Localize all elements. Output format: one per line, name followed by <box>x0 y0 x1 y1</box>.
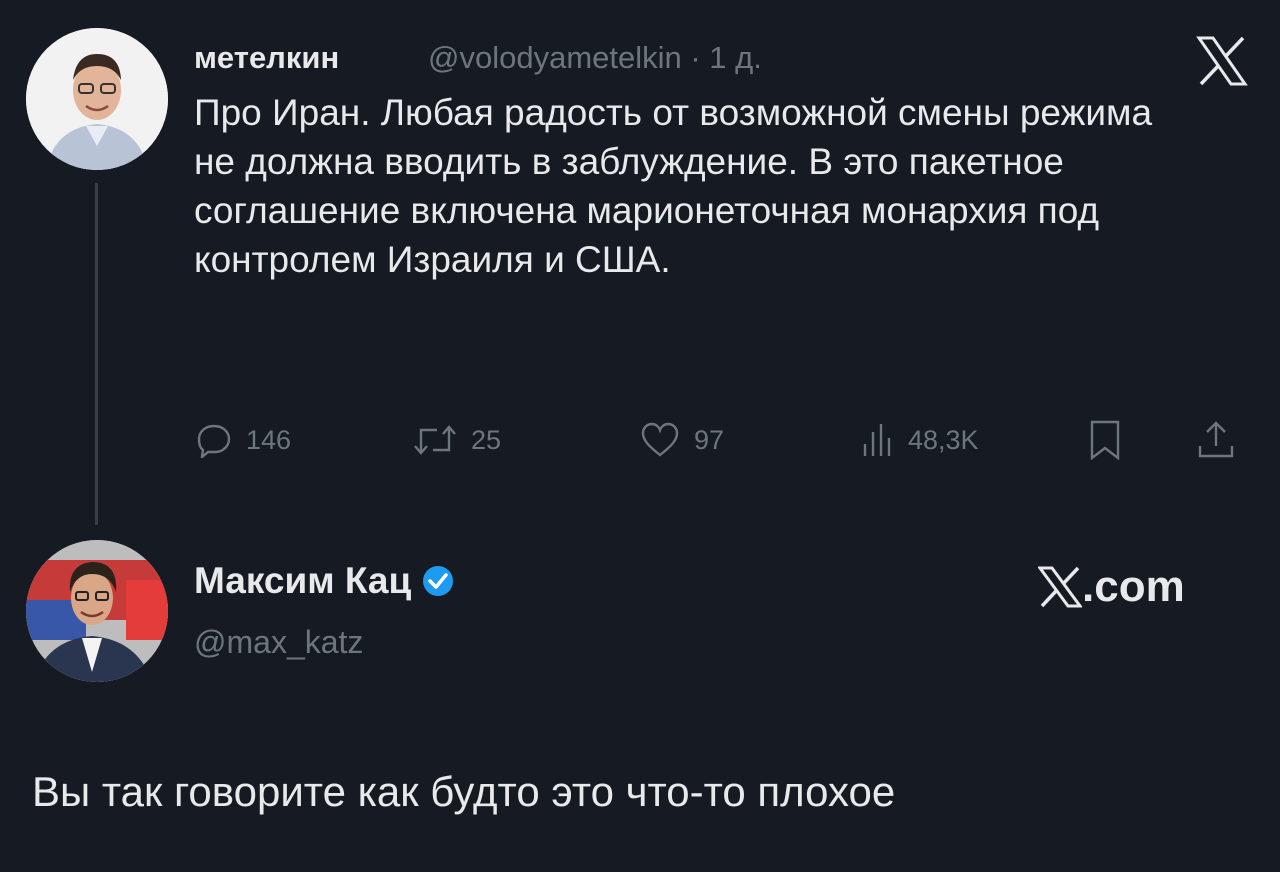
bookmark-icon <box>1090 420 1120 460</box>
heart-icon <box>641 422 679 457</box>
like-count: 97 <box>694 424 725 455</box>
reply-author-name[interactable]: Максим Кац <box>194 560 411 602</box>
views-chart-icon <box>863 424 891 456</box>
avatar-metelkin[interactable] <box>26 28 168 170</box>
reply-button[interactable]: 146 <box>196 418 291 462</box>
views-button[interactable]: 48,3K <box>860 418 979 462</box>
reply-author-handle[interactable]: @max_katz <box>194 624 363 661</box>
avatar-max-katz[interactable] <box>26 540 168 682</box>
like-button[interactable]: 97 <box>640 418 724 462</box>
author-handle-time[interactable]: @volodyametelkin · 1 д. <box>428 40 762 76</box>
x-logo-icon <box>1038 566 1082 608</box>
reply-text: Вы так говорите как будто это что-то пло… <box>32 768 896 815</box>
verified-badge-icon <box>423 566 454 596</box>
share-icon <box>1198 421 1234 458</box>
retweet-icon <box>414 425 456 455</box>
x-logo-icon <box>1196 36 1248 86</box>
xcom-branding: .com <box>1038 562 1185 612</box>
bookmark-button[interactable] <box>1088 418 1122 462</box>
author-name[interactable]: метелкин <box>194 40 339 76</box>
thread-connector-line <box>95 183 98 525</box>
reply-author-name-row[interactable]: Максим Кац <box>194 560 455 602</box>
retweet-count: 25 <box>471 424 502 455</box>
xcom-suffix: .com <box>1082 562 1185 611</box>
reply-icon <box>197 424 231 458</box>
share-button[interactable] <box>1196 418 1236 462</box>
retweet-button[interactable]: 25 <box>413 418 501 462</box>
views-count: 48,3K <box>908 424 979 455</box>
tweet-text: Про Иран. Любая радость от возможной сме… <box>194 92 1153 280</box>
reply-count: 146 <box>246 424 292 455</box>
